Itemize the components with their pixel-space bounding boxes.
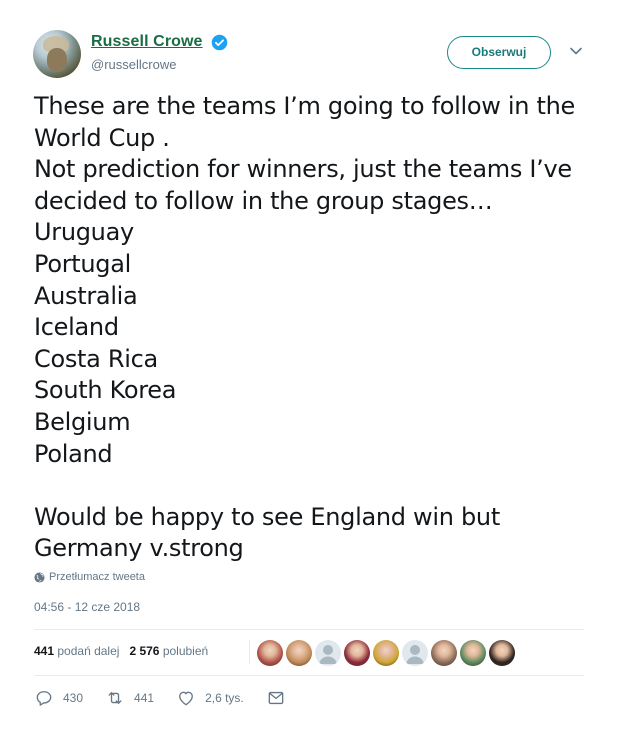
liker-avatars bbox=[257, 640, 515, 666]
tweet-text: These are the teams I’m going to follow … bbox=[34, 91, 594, 565]
tweet-text-line: Would be happy to see England win but bbox=[34, 502, 500, 531]
avatar-face-shape bbox=[47, 48, 67, 72]
tweet-text-line: Poland bbox=[34, 439, 113, 468]
like-button[interactable]: 2,6 tys. bbox=[176, 688, 244, 708]
envelope-icon bbox=[268, 691, 284, 705]
reply-icon bbox=[36, 691, 52, 706]
liker-avatar[interactable] bbox=[286, 640, 312, 666]
translate-tweet-label: Przetłumacz tweeta bbox=[49, 571, 145, 583]
tweet-text-line: World Cup . bbox=[34, 123, 170, 152]
liker-avatar[interactable] bbox=[489, 640, 515, 666]
liker-avatar[interactable] bbox=[344, 640, 370, 666]
divider bbox=[34, 675, 584, 676]
tweet-text-line: South Korea bbox=[34, 376, 177, 405]
default-avatar-icon[interactable] bbox=[315, 640, 341, 666]
tweet-text-line: Costa Rica bbox=[34, 344, 158, 373]
likes-stat-label: polubień bbox=[162, 644, 209, 658]
translate-tweet-link[interactable]: Przetłumacz tweeta bbox=[34, 571, 145, 583]
divider bbox=[34, 629, 584, 630]
verified-badge-icon bbox=[211, 34, 228, 51]
tweet-actions: 430 441 2,6 tys. bbox=[34, 688, 308, 708]
likes-stat[interactable]: 2 576 polubień bbox=[129, 644, 208, 658]
heart-icon bbox=[179, 691, 193, 706]
author-name[interactable]: Russell Crowe bbox=[91, 33, 203, 51]
author-handle[interactable]: @russellcrowe bbox=[91, 57, 176, 72]
liker-avatar[interactable] bbox=[373, 640, 399, 666]
liker-avatar[interactable] bbox=[431, 640, 457, 666]
globe-icon bbox=[34, 571, 45, 583]
retweets-stat[interactable]: 441 podań dalej bbox=[34, 644, 119, 658]
tweet-text-line: Germany v.strong bbox=[34, 534, 244, 563]
retweet-button[interactable]: 441 bbox=[105, 688, 154, 708]
tweet-text-line: Not prediction for winners, just the tea… bbox=[34, 155, 572, 184]
tweet-text-line: Uruguay bbox=[34, 218, 134, 247]
follow-button[interactable]: Obserwuj bbox=[447, 36, 551, 69]
stats-separator bbox=[249, 640, 250, 664]
default-avatar-icon[interactable] bbox=[402, 640, 428, 666]
tweet-text-line: These are the teams I’m going to follow … bbox=[34, 92, 575, 120]
retweet-icon bbox=[108, 692, 122, 704]
retweets-stat-label: podań dalej bbox=[57, 644, 120, 658]
retweets-stat-count: 441 bbox=[34, 644, 55, 658]
reply-count: 430 bbox=[63, 691, 84, 705]
tweet-text-line: decided to follow in the group stages… bbox=[34, 186, 493, 215]
tweet-text-line: Belgium bbox=[34, 407, 131, 436]
like-count: 2,6 tys. bbox=[205, 691, 244, 705]
likes-stat-count: 2 576 bbox=[129, 644, 160, 658]
direct-message-button[interactable] bbox=[266, 688, 286, 708]
liker-avatar[interactable] bbox=[257, 640, 283, 666]
author-avatar[interactable] bbox=[33, 30, 81, 78]
tweet-timestamp[interactable]: 04:56 - 12 cze 2018 bbox=[34, 600, 140, 614]
engagement-stats: 441 podań dalej 2 576 polubień bbox=[34, 644, 208, 658]
retweet-count: 441 bbox=[134, 691, 155, 705]
chevron-down-icon[interactable] bbox=[569, 44, 583, 58]
tweet-text-line: Australia bbox=[34, 281, 138, 310]
tweet-text-line: Portugal bbox=[34, 249, 131, 278]
reply-button[interactable]: 430 bbox=[34, 688, 83, 708]
tweet-text-line: Iceland bbox=[34, 313, 119, 342]
tweet-card: Russell Crowe @russellcrowe Obserwuj The… bbox=[0, 0, 620, 733]
liker-avatar[interactable] bbox=[460, 640, 486, 666]
